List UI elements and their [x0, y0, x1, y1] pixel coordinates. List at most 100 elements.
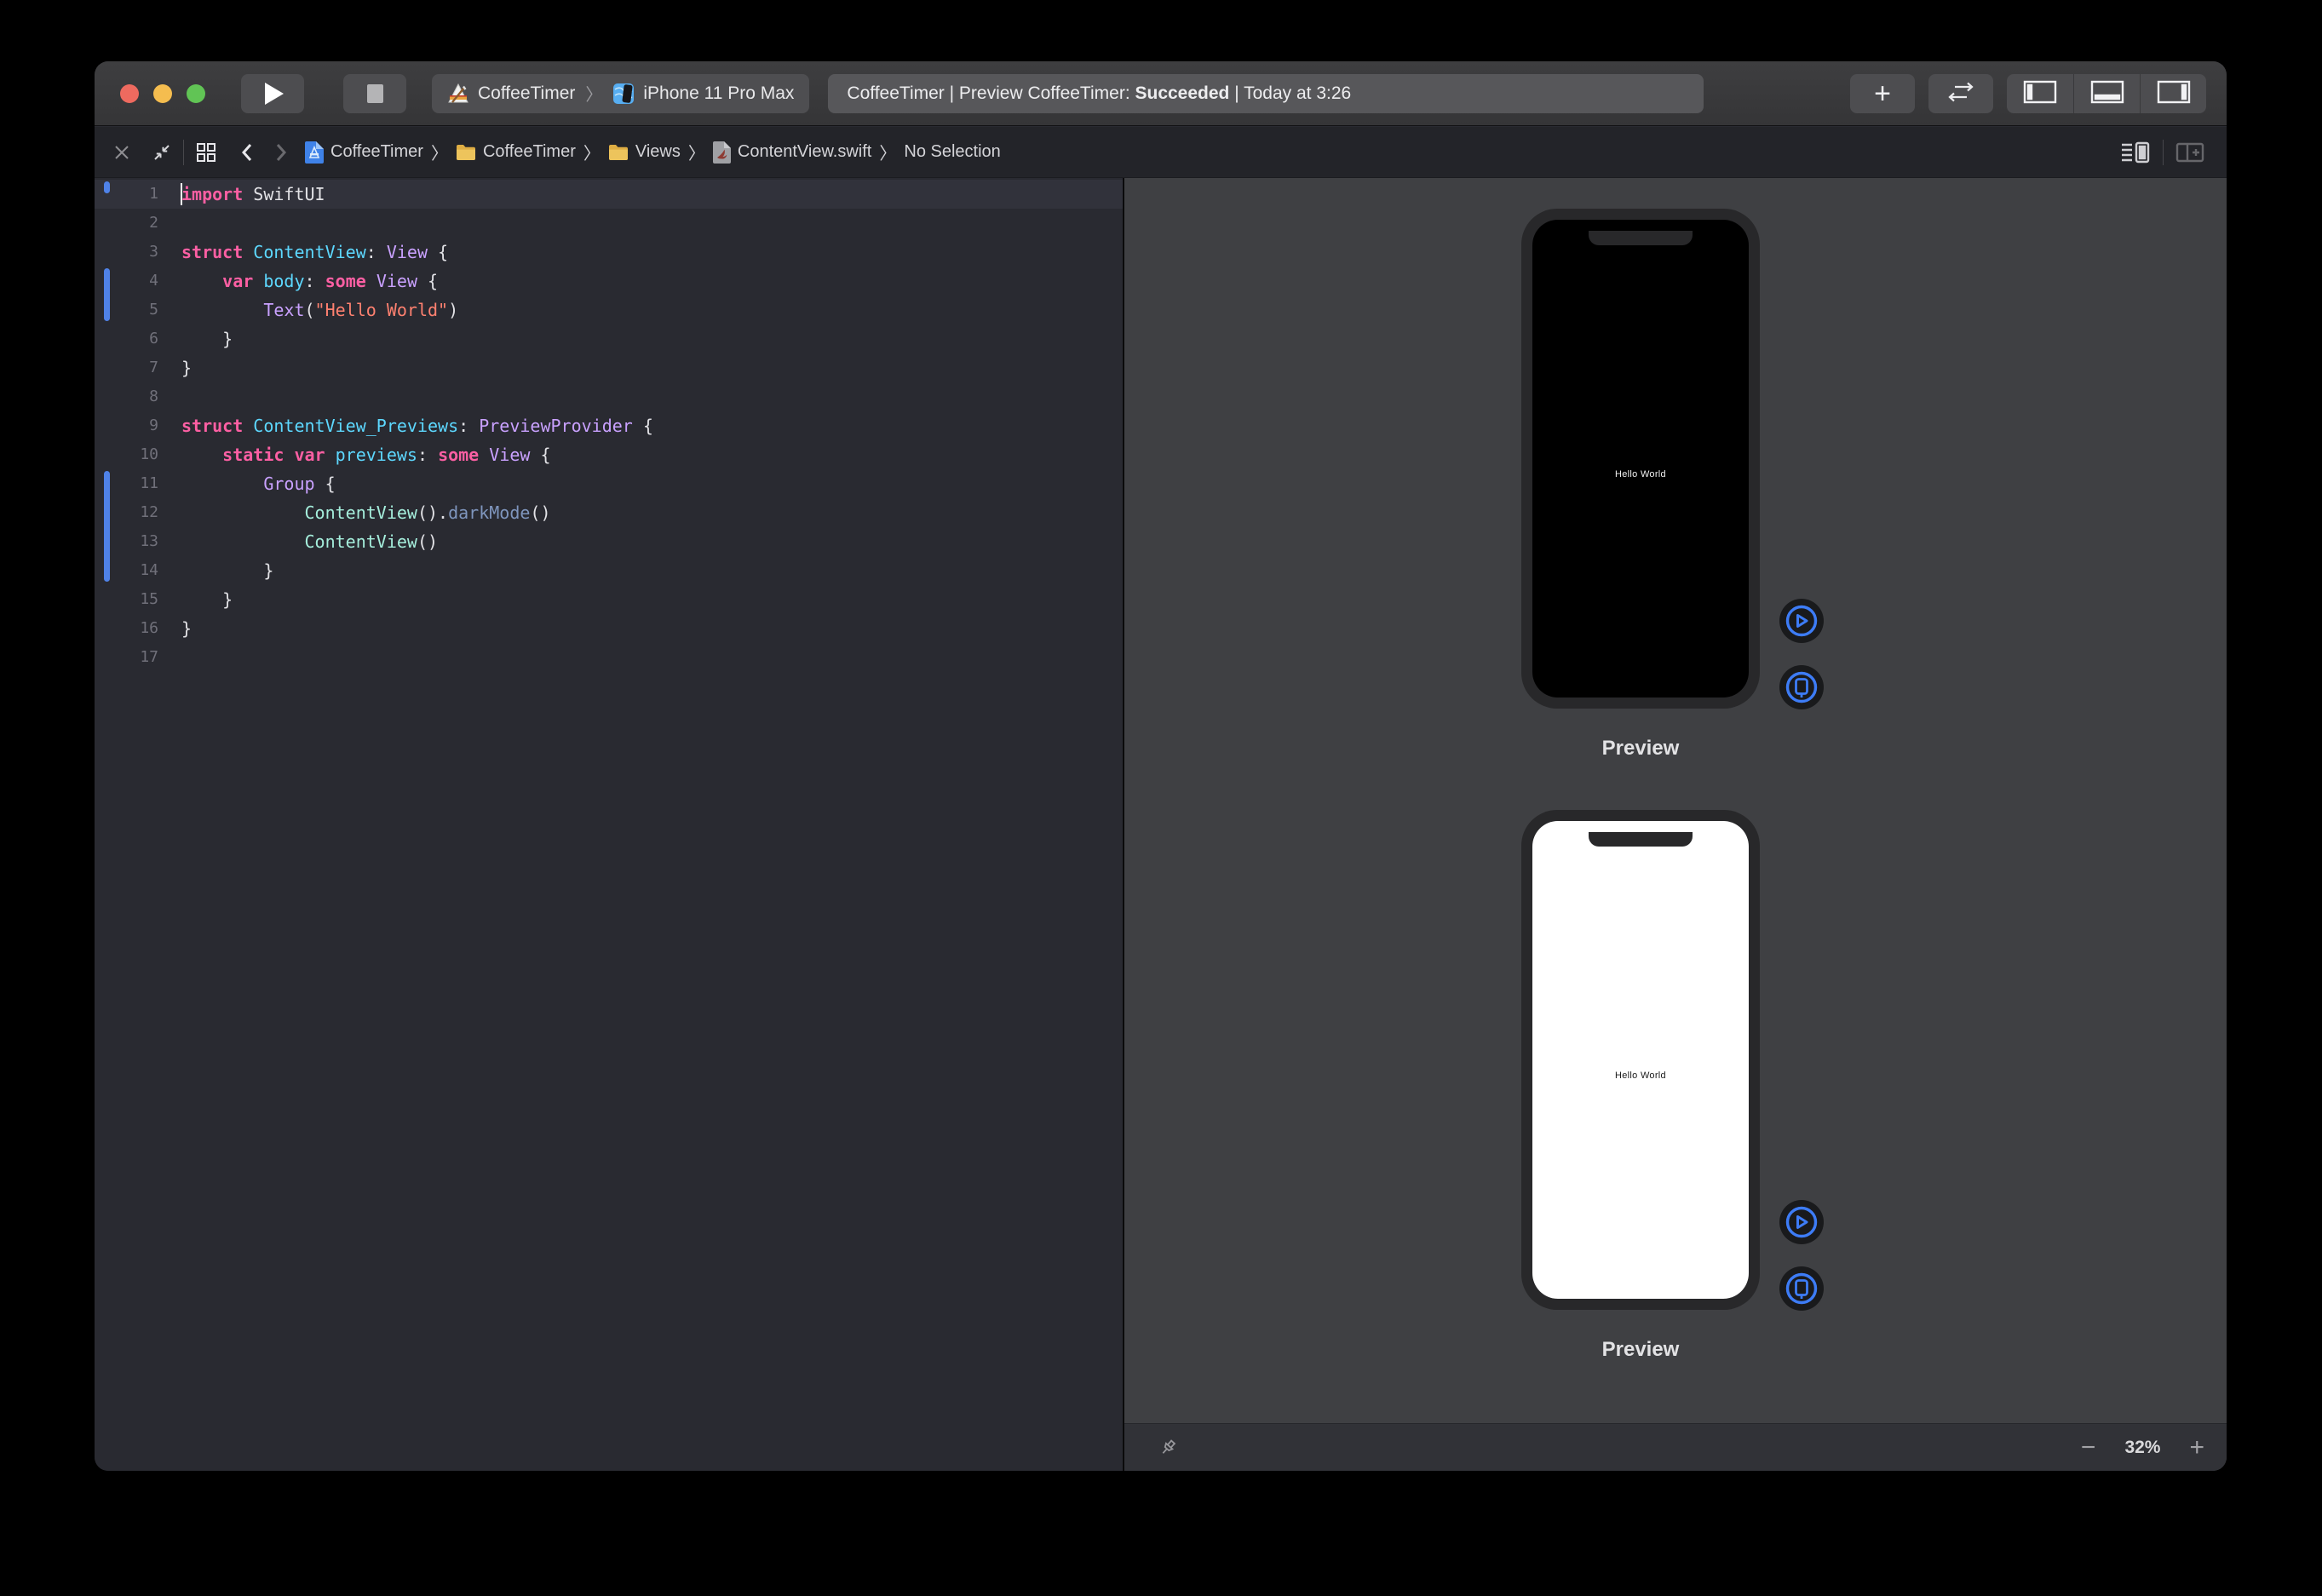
- add-editor-button[interactable]: [2175, 141, 2204, 164]
- preview-text-light: Hello World: [1532, 1071, 1749, 1081]
- code-line-14[interactable]: 14 }: [95, 556, 1123, 585]
- toggle-inspectors-button[interactable]: [2140, 74, 2206, 113]
- line-number[interactable]: 6: [95, 324, 158, 353]
- right-panel-icon: [2157, 80, 2191, 108]
- code-line-9[interactable]: 9struct ContentView_Previews: PreviewPro…: [95, 411, 1123, 440]
- line-number[interactable]: 2: [95, 209, 158, 238]
- live-preview-button-dark[interactable]: [1779, 599, 1824, 643]
- code-text: struct ContentView: View {: [181, 238, 448, 267]
- breadcrumb-item-contentview-swift[interactable]: ContentView.swift: [713, 141, 872, 164]
- preview-screen-light[interactable]: Hello World: [1532, 821, 1749, 1299]
- code-line-5[interactable]: 5 Text("Hello World"): [95, 296, 1123, 324]
- line-number[interactable]: 10: [95, 440, 158, 469]
- code-text: ContentView(): [181, 527, 438, 556]
- code-text: Group {: [181, 469, 336, 498]
- line-number[interactable]: 15: [95, 585, 158, 614]
- code-line-6[interactable]: 6 }: [95, 324, 1123, 353]
- editor-options-icon[interactable]: [2120, 141, 2151, 164]
- preview-device-dark[interactable]: Hello World: [1521, 209, 1760, 709]
- code-line-1[interactable]: 1import SwiftUI: [95, 180, 1123, 209]
- source-editor[interactable]: 1import SwiftUI23 struct ContentView: Vie…: [95, 178, 1123, 1471]
- code-line-7[interactable]: 7}: [95, 353, 1123, 382]
- close-editor-button[interactable]: [113, 144, 130, 161]
- code-text: }: [181, 556, 273, 585]
- forward-button[interactable]: [274, 142, 288, 163]
- phone-notch: [1589, 832, 1693, 847]
- toggle-navigator-button[interactable]: [2007, 74, 2073, 113]
- code-line-13[interactable]: 13 ContentView(): [95, 527, 1123, 556]
- code-text: var body: some View {: [181, 267, 438, 296]
- line-number[interactable]: 3: [95, 238, 158, 267]
- breadcrumb-separator: 〉: [879, 140, 896, 164]
- breadcrumb-item-coffeetimer[interactable]: CoffeeTimer: [456, 142, 576, 162]
- code-line-16[interactable]: 16}: [95, 614, 1123, 643]
- stop-button[interactable]: [343, 74, 406, 113]
- code-text: Text("Hello World"): [181, 296, 458, 324]
- preview-device-light[interactable]: Hello World: [1521, 810, 1760, 1310]
- minimize-window-button[interactable]: [153, 84, 172, 103]
- breadcrumb-separator: 〉: [583, 140, 601, 164]
- breadcrumb-item-no-selection[interactable]: No Selection: [904, 142, 1000, 162]
- preview-on-device-button-light[interactable]: [1779, 1266, 1824, 1311]
- code-line-11[interactable]: 11 Group {: [95, 469, 1123, 498]
- zoom-controls: − 32% +: [2081, 1433, 2204, 1462]
- code-review-button[interactable]: [1928, 74, 1993, 113]
- run-button[interactable]: [241, 74, 304, 113]
- breadcrumb: CoffeeTimer〉CoffeeTimer〉Views〉ContentVie…: [305, 140, 1001, 164]
- related-items-icon[interactable]: [196, 142, 216, 163]
- code-line-4[interactable]: 4 var body: some View {: [95, 267, 1123, 296]
- back-button[interactable]: [240, 142, 254, 163]
- simulator-device-icon: [612, 83, 635, 105]
- pin-preview-button[interactable]: [1157, 1437, 1179, 1459]
- line-number[interactable]: 9: [95, 411, 158, 440]
- close-window-button[interactable]: [120, 84, 139, 103]
- preview-label-dark: Preview: [1521, 737, 1760, 761]
- scheme-selector[interactable]: CoffeeTimer 〉 iPhone 11 Pro Max: [432, 74, 809, 113]
- code-line-17[interactable]: 17: [95, 643, 1123, 672]
- activity-status-bar[interactable]: CoffeeTimer | Preview CoffeeTimer: Succe…: [828, 74, 1704, 113]
- change-bar: [104, 268, 110, 321]
- library-button[interactable]: +: [1850, 74, 1915, 113]
- play-icon: [265, 83, 284, 105]
- breadcrumb-label: Views: [635, 142, 681, 162]
- code-text: ContentView().darkMode(): [181, 498, 551, 527]
- zoom-level[interactable]: 32%: [2124, 1438, 2160, 1458]
- line-number[interactable]: 17: [95, 643, 158, 672]
- live-preview-button-light[interactable]: [1779, 1200, 1824, 1244]
- text-cursor: [181, 183, 182, 205]
- code-line-15[interactable]: 15 }: [95, 585, 1123, 614]
- zoom-out-button[interactable]: −: [2081, 1433, 2096, 1462]
- code-text: }: [181, 585, 233, 614]
- breadcrumb-item-coffeetimer[interactable]: CoffeeTimer: [305, 141, 423, 164]
- stop-icon: [367, 84, 383, 103]
- minimize-editor-icon[interactable]: [152, 143, 171, 162]
- code-line-10[interactable]: 10 static var previews: some View {: [95, 440, 1123, 469]
- xcode-window: CoffeeTimer 〉 iPhone 11 Pro Max CoffeeTi…: [95, 61, 2227, 1471]
- preview-on-device-button-dark[interactable]: [1779, 665, 1824, 709]
- code-line-8[interactable]: 8: [95, 382, 1123, 411]
- code-line-12[interactable]: 12 ContentView().darkMode(): [95, 498, 1123, 527]
- code-lines: 1import SwiftUI23 struct ContentView: Vie…: [95, 180, 1123, 672]
- zoom-window-button[interactable]: [187, 84, 205, 103]
- code-line-2[interactable]: 2: [95, 209, 1123, 238]
- toggle-debug-area-button[interactable]: [2073, 74, 2140, 113]
- phone-notch: [1589, 231, 1693, 245]
- code-line-3[interactable]: 3 struct ContentView: View {: [95, 238, 1123, 267]
- folder-icon: [456, 144, 476, 161]
- canvas-bottom-bar: − 32% +: [1124, 1423, 2227, 1471]
- xcode-project-icon: [447, 83, 469, 105]
- breadcrumb-label: ContentView.swift: [738, 142, 872, 162]
- line-number[interactable]: 8: [95, 382, 158, 411]
- jump-bar-right-divider: [2163, 140, 2164, 165]
- line-number[interactable]: 16: [95, 614, 158, 643]
- swap-arrows-icon: [1946, 81, 1975, 107]
- swift-icon: [713, 141, 731, 164]
- status-text: CoffeeTimer | Preview CoffeeTimer: Succe…: [847, 83, 1351, 104]
- left-panel-icon: [2023, 80, 2057, 108]
- breadcrumb-label: CoffeeTimer: [483, 142, 576, 162]
- plus-icon: +: [1874, 79, 1891, 108]
- preview-screen-dark[interactable]: Hello World: [1532, 220, 1749, 698]
- breadcrumb-item-views[interactable]: Views: [608, 142, 681, 162]
- line-number[interactable]: 7: [95, 353, 158, 382]
- zoom-in-button[interactable]: +: [2189, 1433, 2204, 1462]
